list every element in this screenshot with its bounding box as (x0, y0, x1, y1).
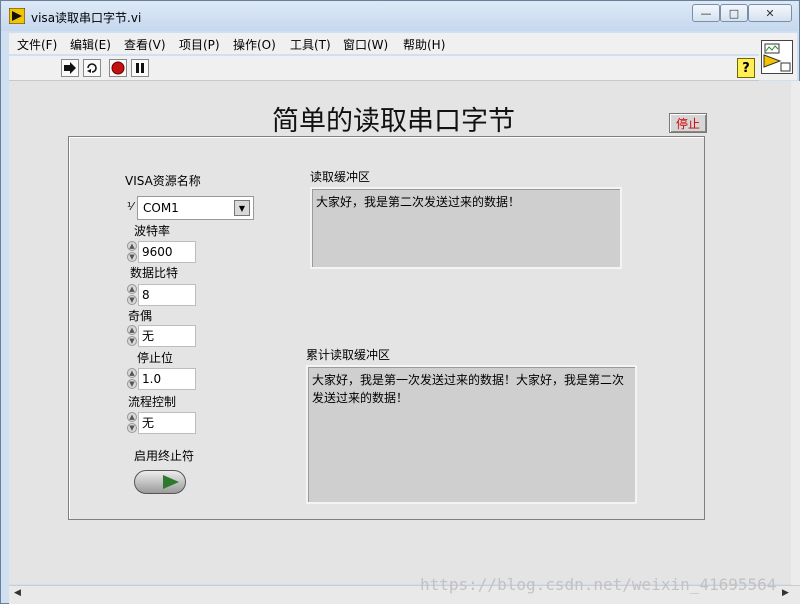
read-buffer-display[interactable]: 大家好，我是第二次发送过来的数据！ (310, 187, 622, 269)
parity-label: 奇偶 (128, 309, 153, 323)
cumulative-buffer-display[interactable]: 大家好，我是第一次发送过来的数据！大家好，我是第二次发送过来的数据！ (306, 365, 637, 504)
cumulative-buffer-label: 累计读取缓冲区 (306, 348, 391, 362)
menu-operate[interactable]: 操作(O) (233, 36, 276, 53)
visa-io-icon: ⅟ (127, 200, 134, 213)
parity-spinner[interactable]: ▲ ▼ (126, 325, 138, 347)
menu-tools[interactable]: 工具(T) (290, 36, 331, 53)
data-bits-spinner[interactable]: ▲ ▼ (126, 284, 138, 306)
menu-file[interactable]: 文件(F) (17, 36, 57, 53)
maximize-button[interactable]: □ (720, 4, 748, 22)
baud-rate-label: 波特率 (134, 224, 171, 238)
menu-view[interactable]: 查看(V) (124, 36, 166, 53)
flow-control-label: 流程控制 (128, 395, 177, 409)
minimize-button[interactable]: — (692, 4, 720, 22)
read-buffer-label: 读取缓冲区 (310, 170, 371, 184)
stop-bits-spinner[interactable]: ▲ ▼ (126, 368, 138, 390)
vertical-scrollbar[interactable] (791, 81, 800, 585)
data-bits-label: 数据比特 (130, 266, 179, 280)
menu-edit[interactable]: 编辑(E) (70, 36, 111, 53)
menu-project[interactable]: 项目(P) (179, 36, 220, 53)
watermark: https://blog.csdn.net/weixin_41695564 (420, 575, 777, 594)
close-button[interactable]: ✕ (748, 4, 792, 22)
run-continuously-icon[interactable] (83, 59, 101, 77)
flow-control-spinner[interactable]: ▲ ▼ (126, 412, 138, 434)
chevron-down-icon[interactable]: ▼ (234, 200, 250, 216)
context-help-button[interactable]: ? (737, 58, 755, 78)
scroll-right-icon[interactable]: ▶ (782, 588, 789, 598)
baud-rate-input[interactable]: 9600 (138, 241, 196, 263)
menu-bar: 文件(F) 编辑(E) 查看(V) 项目(P) 操作(O) 工具(T) 窗口(W… (9, 33, 759, 54)
window-title: visa读取串口字节.vi (31, 11, 142, 25)
parity-input[interactable]: 无 (138, 325, 196, 347)
menu-window[interactable]: 窗口(W) (343, 36, 388, 53)
stop-bits-input[interactable]: 1.0 (138, 368, 196, 390)
scroll-left-icon[interactable]: ◀ (14, 588, 21, 598)
run-arrow-icon[interactable] (61, 59, 79, 77)
enable-termchar-label: 启用终止符 (134, 449, 195, 463)
panel-title: 简单的读取串口字节 (272, 106, 515, 137)
abort-icon[interactable] (109, 59, 127, 77)
labview-vi-icon (9, 8, 25, 24)
pause-icon[interactable] (131, 59, 149, 77)
data-bits-input[interactable]: 8 (138, 284, 196, 306)
toolbar (9, 56, 759, 81)
vi-connector-icon[interactable] (761, 40, 793, 74)
flow-control-input[interactable]: 无 (138, 412, 196, 434)
visa-resource-value: COM1 (143, 201, 179, 215)
baud-rate-spinner[interactable]: ▲ ▼ (126, 241, 138, 263)
stop-button[interactable]: 停止 (669, 113, 707, 133)
menu-help[interactable]: 帮助(H) (403, 36, 445, 53)
visa-resource-label: VISA资源名称 (125, 174, 201, 188)
stop-bits-label: 停止位 (137, 351, 174, 365)
